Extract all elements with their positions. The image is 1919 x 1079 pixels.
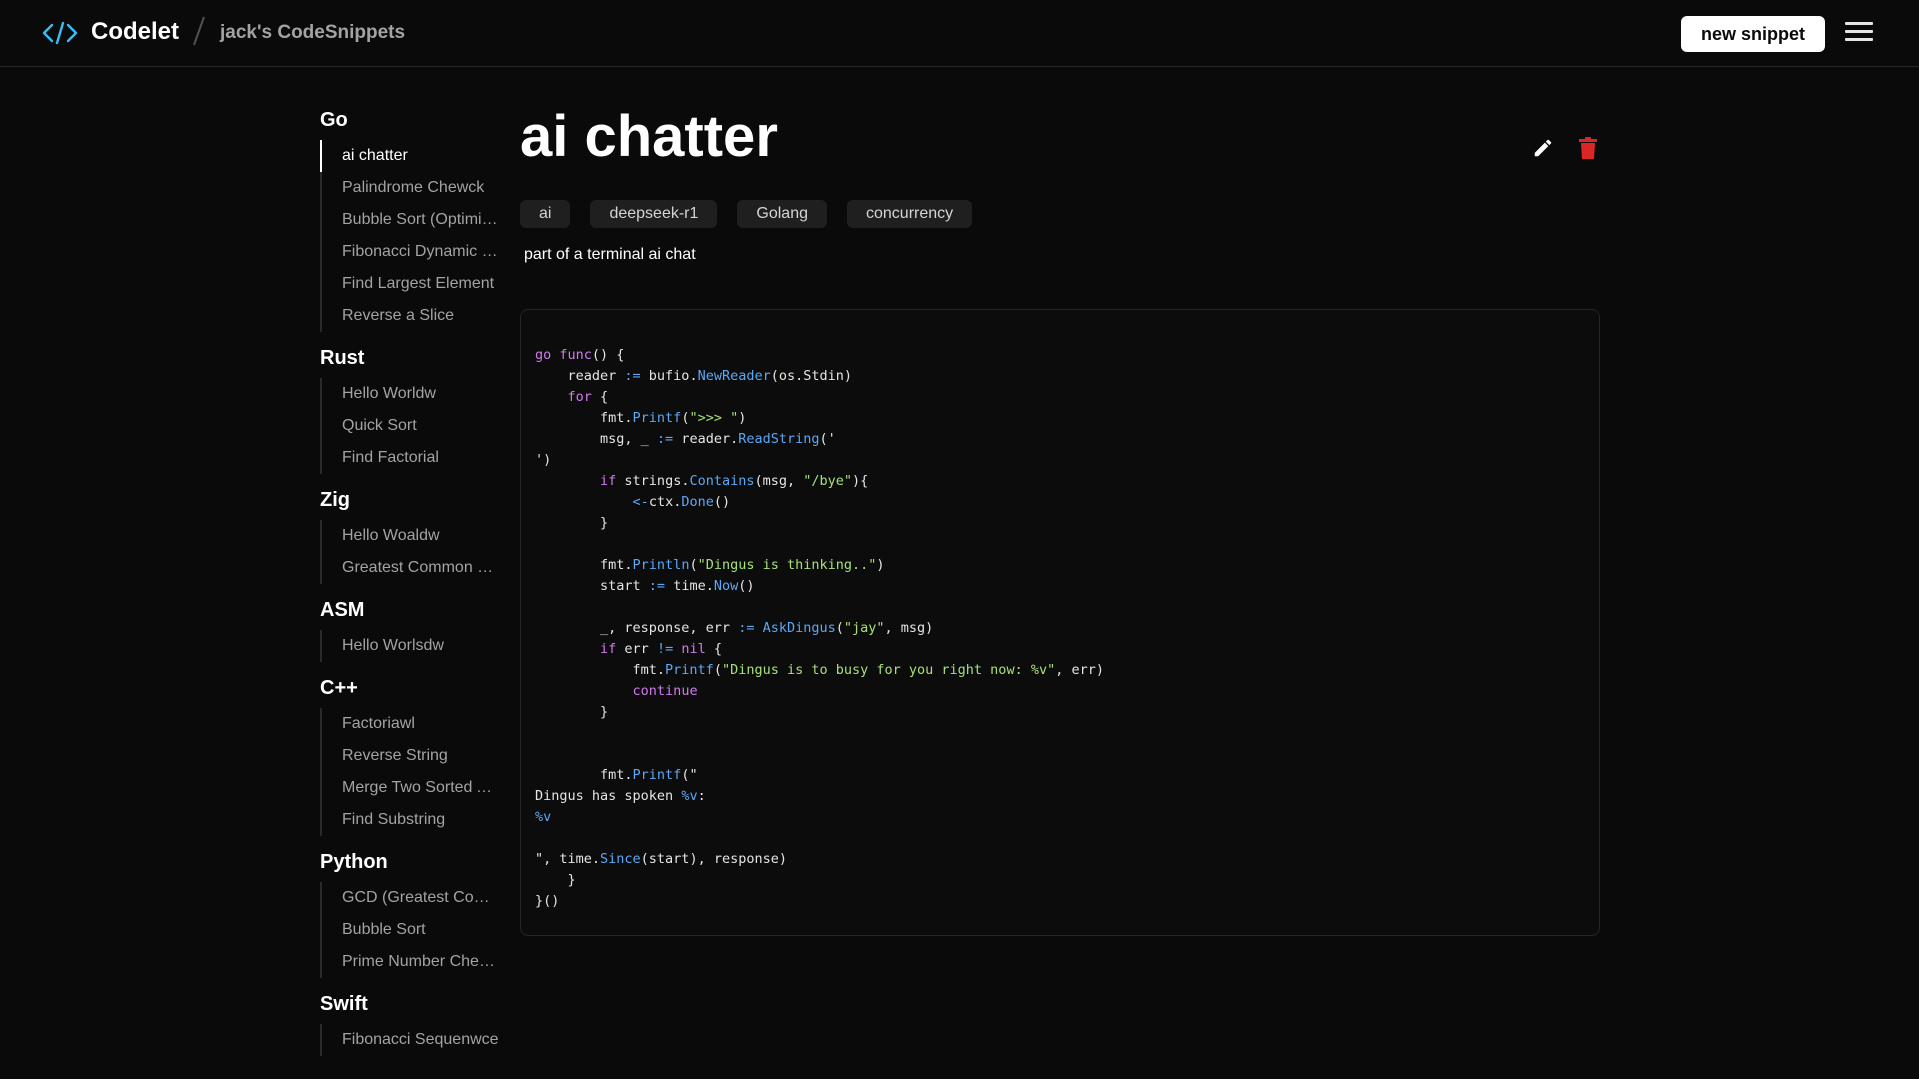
sidebar-group: ASM Hello Worlsdw [320, 598, 500, 662]
sidebar-group-title: Zig [320, 489, 350, 511]
new-snippet-button[interactable]: new snippet [1681, 16, 1825, 52]
sidebar-item[interactable]: GCD (Greatest Common Divisor) [320, 882, 502, 914]
sidebar-group-items: Hello Worldw Quick Sort Find Factorial [320, 378, 500, 474]
sidebar-group-title: Python [320, 851, 388, 873]
sidebar-item[interactable]: Reverse a Slice [320, 300, 502, 332]
sidebar-item[interactable]: Hello Woaldw [320, 520, 502, 552]
sidebar-group: Zig Hello WoaldwGreatest Common Divisor [320, 488, 502, 584]
sidebar-item[interactable]: Factoriawl [320, 708, 502, 740]
trash-icon[interactable] [1578, 137, 1598, 159]
sidebar-group-title: ASM [320, 599, 365, 621]
sidebar-group-items: Hello Worlsdw [320, 630, 500, 662]
code-content: go func() { reader := bufio.NewReader(os… [535, 347, 1104, 909]
sidebar-group: Swift Fibonacci Sequenwce [320, 992, 500, 1056]
code-block[interactable]: go func() { reader := bufio.NewReader(os… [520, 309, 1600, 936]
snippet-title: ai chatter [520, 104, 778, 169]
sidebar-group-items: Hello WoaldwGreatest Common Divisor [320, 520, 502, 584]
sidebar-item[interactable]: Quick Sort [320, 410, 502, 442]
sidebar-item[interactable]: Find Substring [320, 804, 502, 836]
sidebar-item[interactable]: Greatest Common Divisor [320, 552, 502, 584]
sidebar-group-items: Fibonacci Sequenwce [320, 1024, 500, 1056]
sidebar-item[interactable]: Bubble Sort (Optimized) [320, 204, 502, 236]
sidebar-group-title: C++ [320, 677, 358, 699]
sidebar-group: C++ Factoriawl Reverse String Merge Two Sor… [320, 676, 502, 836]
sidebar-item[interactable]: Fibonacci Sequenwce [320, 1024, 502, 1056]
menu-line [1845, 30, 1873, 33]
tag-chip[interactable]: ai [520, 200, 571, 228]
sidebar-group: Rust Hello Worldw Quick Sort Find Factorial [320, 346, 500, 474]
tag-chip[interactable]: Golang [737, 200, 827, 228]
sidebar-item[interactable]: ai chatter [320, 140, 502, 172]
sidebar-group-title: Rust [320, 347, 365, 369]
tag-chip[interactable]: concurrency [847, 200, 973, 228]
sidebar-group-items: ai chatter Palindrome Chewck Bubble Sort (… [320, 140, 502, 332]
sidebar-group-title: Swift [320, 993, 368, 1015]
snippet-sidebar: Go ai chatter Palindrome Chewck Bubble Sort… [320, 108, 502, 1070]
tag-list: ai deepseek-r1 Golang concurrency [520, 200, 973, 228]
breadcrumb-separator [193, 16, 205, 46]
sidebar-item[interactable]: Find Largest Element [320, 268, 502, 300]
top-bar: Codelet jack's CodeSnippets new snippet [0, 0, 1919, 67]
sidebar-item[interactable]: Hello Worldw [320, 378, 502, 410]
sidebar-item[interactable]: Prime Number Checker [320, 946, 502, 978]
sidebar-item[interactable]: Hello Worlsdw [320, 630, 502, 662]
tag-chip[interactable]: deepseek-r1 [590, 200, 718, 228]
snippet-description: part of a terminal ai chat [524, 246, 696, 263]
sidebar-item[interactable]: Reverse String [320, 740, 502, 772]
brand-name[interactable]: Codelet [91, 18, 179, 46]
sidebar-group-title: Go [320, 109, 348, 131]
sidebar-item[interactable]: Bubble Sort [320, 914, 502, 946]
sidebar-item[interactable]: Merge Two Sorted Arrays [320, 772, 502, 804]
sidebar-item[interactable]: Find Factorial [320, 442, 502, 474]
hamburger-menu-icon[interactable] [1845, 22, 1873, 44]
menu-line [1845, 38, 1873, 41]
code-brackets-icon[interactable] [42, 20, 78, 46]
sidebar-item[interactable]: Palindrome Chewck [320, 172, 502, 204]
sidebar-group-items: GCD (Greatest Common Divisor)Bubble Sort… [320, 882, 502, 978]
pencil-icon[interactable] [1532, 137, 1554, 159]
sidebar-group: Python GCD (Greatest Common Divisor)Bubbl… [320, 850, 502, 978]
breadcrumb-collection[interactable]: jack's CodeSnippets [220, 22, 405, 44]
menu-line [1845, 22, 1873, 25]
sidebar-group-items: Factoriawl Reverse String Merge Two Sorted… [320, 708, 502, 836]
sidebar-item[interactable]: Fibonacci Dynamic Programming [320, 236, 502, 268]
sidebar-group: Go ai chatter Palindrome Chewck Bubble Sort… [320, 108, 502, 332]
